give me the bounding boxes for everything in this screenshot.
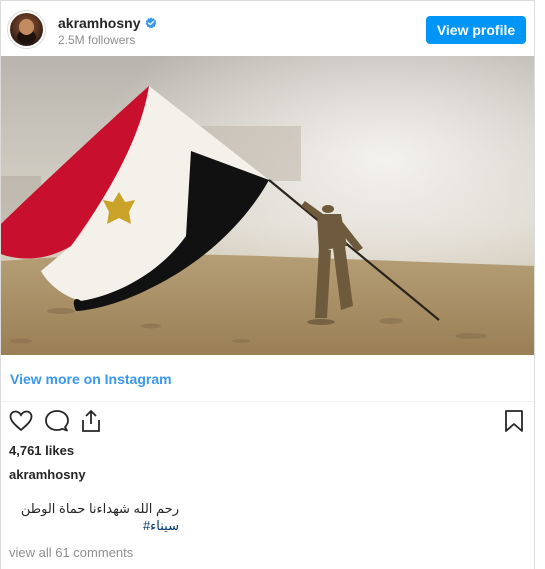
caption-author[interactable]: akramhosny <box>9 467 86 482</box>
verified-icon <box>145 17 157 29</box>
action-bar <box>1 405 534 439</box>
caption-hashtag[interactable]: سيناء# <box>9 517 179 534</box>
follower-count: 2.5M followers <box>58 33 136 47</box>
view-more-row: View more on Instagram <box>1 357 534 402</box>
bookmark-icon[interactable] <box>501 408 527 434</box>
username[interactable]: akramhosny <box>58 15 140 31</box>
avatar[interactable] <box>10 13 43 46</box>
post-image[interactable] <box>1 56 534 355</box>
like-count[interactable]: 4,761 likes <box>9 443 74 458</box>
view-profile-button[interactable]: View profile <box>426 16 526 44</box>
username-row[interactable]: akramhosny <box>58 15 157 31</box>
post-caption: رحم الله شهداءنا حماة الوطن سيناء# <box>9 500 179 534</box>
view-comments-link[interactable]: view all 61 comments <box>9 545 133 560</box>
heart-icon[interactable] <box>8 408 34 434</box>
instagram-embed-card: akramhosny 2.5M followers View profile V… <box>0 0 535 569</box>
post-photo-illustration <box>1 56 534 355</box>
caption-text: رحم الله شهداءنا حماة الوطن <box>20 501 179 516</box>
view-more-link[interactable]: View more on Instagram <box>10 371 172 387</box>
post-header: akramhosny 2.5M followers View profile <box>1 1 534 57</box>
comment-icon[interactable] <box>44 408 70 434</box>
share-icon[interactable] <box>78 408 104 434</box>
